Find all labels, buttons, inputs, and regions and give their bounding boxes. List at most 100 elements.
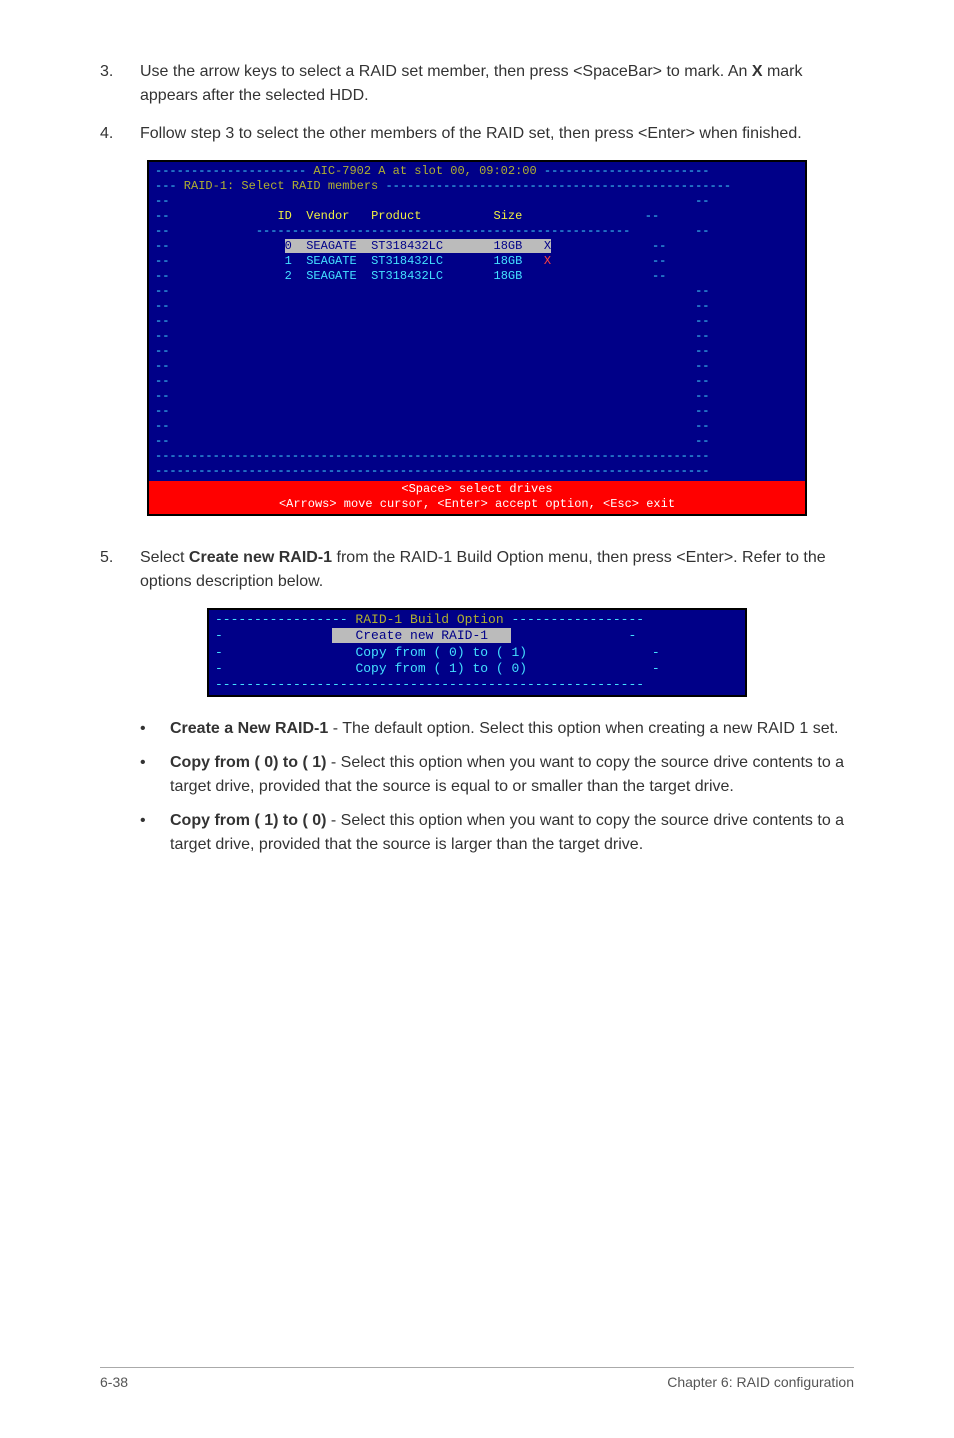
row-mark: X bbox=[544, 254, 551, 268]
border: ----------------- bbox=[511, 612, 644, 627]
option-copy-1-0: Copy from ( 1) to ( 0) bbox=[355, 661, 527, 676]
step-body: Use the arrow keys to select a RAID set … bbox=[140, 60, 854, 108]
row-size: 18GB bbox=[494, 239, 523, 253]
border: -- bbox=[155, 434, 169, 448]
border: -- bbox=[155, 359, 169, 373]
step-5: 5. Select Create new RAID-1 from the RAI… bbox=[100, 546, 854, 594]
border: - bbox=[652, 661, 660, 676]
border: -- bbox=[155, 389, 169, 403]
option-copy-0-1: Copy from ( 0) to ( 1) bbox=[355, 645, 527, 660]
step-3: 3. Use the arrow keys to select a RAID s… bbox=[100, 60, 854, 108]
border: -- bbox=[695, 194, 709, 208]
bios-footer-hints: <Space> select drives <Arrows> move curs… bbox=[149, 481, 805, 514]
border: -- bbox=[695, 299, 709, 313]
border: - bbox=[215, 645, 223, 660]
row-size: 18GB bbox=[494, 269, 523, 283]
text-bold: X bbox=[752, 63, 763, 80]
border: -- bbox=[695, 434, 709, 448]
step-body: Select Create new RAID-1 from the RAID-1… bbox=[140, 546, 854, 594]
border: -- bbox=[695, 284, 709, 298]
border: ----------------- bbox=[215, 612, 348, 627]
text-a: Select bbox=[140, 549, 189, 566]
border: ----------------------------------------… bbox=[215, 677, 644, 692]
border: ----------------------------------------… bbox=[155, 449, 710, 463]
border: - bbox=[629, 628, 637, 643]
step-number: 3. bbox=[100, 60, 140, 108]
text-bold: Create new RAID-1 bbox=[189, 549, 332, 566]
separator: ----------------------------------------… bbox=[256, 224, 630, 238]
border: -- bbox=[645, 209, 659, 223]
bios-build-option-screen: ----------------- RAID-1 Build Option --… bbox=[207, 608, 747, 697]
step-body: Follow step 3 to select the other member… bbox=[140, 122, 854, 146]
hint-arrows: <Arrows> move cursor, <Enter> accept opt… bbox=[149, 497, 805, 512]
row-mark: X bbox=[544, 239, 551, 253]
bios-raid-select-screen: --------------------- AIC-7902 A at slot… bbox=[147, 160, 807, 516]
bullet-copy-1-0: • Copy from ( 1) to ( 0) - Select this o… bbox=[100, 809, 854, 857]
border: ----------------------------------------… bbox=[155, 464, 710, 478]
border: - bbox=[215, 661, 223, 676]
border: -- bbox=[695, 359, 709, 373]
bullet-list: • Create a New RAID-1 - The default opti… bbox=[100, 717, 854, 857]
border: -- bbox=[695, 374, 709, 388]
col-id: ID bbox=[277, 209, 291, 223]
bullet-bold: Copy from ( 0) to ( 1) bbox=[170, 754, 326, 771]
text-a: Use the arrow keys to select a RAID set … bbox=[140, 63, 752, 80]
bullet-create: • Create a New RAID-1 - The default opti… bbox=[100, 717, 854, 741]
border: -- bbox=[155, 344, 169, 358]
bios-title: AIC-7902 A at slot 00, 09:02:00 bbox=[306, 164, 544, 178]
border: -- bbox=[155, 254, 169, 268]
border: --------------------- bbox=[155, 164, 306, 178]
border: -- bbox=[155, 194, 169, 208]
row-product: ST318432LC bbox=[371, 239, 443, 253]
row-product: ST318432LC bbox=[371, 254, 443, 268]
bullet-icon: • bbox=[140, 717, 170, 741]
row-id: 2 bbox=[285, 269, 292, 283]
menu-title: RAID-1 Build Option bbox=[348, 612, 512, 627]
border: -- bbox=[652, 269, 666, 283]
border: --- bbox=[155, 179, 177, 193]
border: ----------------------------------------… bbox=[385, 179, 731, 193]
bullet-icon: • bbox=[140, 809, 170, 857]
step-number: 4. bbox=[100, 122, 140, 146]
bios-subtitle: RAID-1: Select RAID members bbox=[177, 179, 386, 193]
row-vendor: SEAGATE bbox=[306, 254, 356, 268]
border: -- bbox=[695, 344, 709, 358]
border: -- bbox=[155, 314, 169, 328]
bullet-icon: • bbox=[140, 751, 170, 799]
border: - bbox=[215, 628, 223, 643]
bullet-copy-0-1: • Copy from ( 0) to ( 1) - Select this o… bbox=[100, 751, 854, 799]
bullet-bold: Copy from ( 1) to ( 0) bbox=[170, 812, 326, 829]
hint-space: <Space> select drives bbox=[149, 482, 805, 497]
border: -- bbox=[695, 329, 709, 343]
chapter-label: Chapter 6: RAID configuration bbox=[667, 1374, 854, 1390]
border: - bbox=[652, 645, 660, 660]
row-product: ST318432LC bbox=[371, 269, 443, 283]
row-id: 0 bbox=[285, 239, 292, 253]
row-vendor: SEAGATE bbox=[306, 269, 356, 283]
border: -- bbox=[695, 404, 709, 418]
border: -- bbox=[155, 329, 169, 343]
col-vendor: Vendor bbox=[306, 209, 349, 223]
row-vendor: SEAGATE bbox=[306, 239, 356, 253]
border: -- bbox=[155, 209, 169, 223]
bullet-bold: Create a New RAID-1 bbox=[170, 720, 328, 737]
border: -- bbox=[155, 374, 169, 388]
border: ----------------------- bbox=[544, 164, 710, 178]
border: -- bbox=[155, 284, 169, 298]
page-number: 6-38 bbox=[100, 1374, 128, 1390]
row-size: 18GB bbox=[494, 254, 523, 268]
option-create: Create new RAID-1 bbox=[332, 628, 511, 643]
bullet-text: - The default option. Select this option… bbox=[328, 720, 838, 737]
border: -- bbox=[652, 254, 666, 268]
border: -- bbox=[155, 269, 169, 283]
border: -- bbox=[695, 314, 709, 328]
row-id: 1 bbox=[285, 254, 292, 268]
step-number: 5. bbox=[100, 546, 140, 594]
border: -- bbox=[695, 389, 709, 403]
col-product: Product bbox=[371, 209, 421, 223]
border: -- bbox=[155, 404, 169, 418]
step-4: 4. Follow step 3 to select the other mem… bbox=[100, 122, 854, 146]
border: -- bbox=[652, 239, 666, 253]
border: -- bbox=[155, 299, 169, 313]
border: -- bbox=[695, 224, 709, 238]
